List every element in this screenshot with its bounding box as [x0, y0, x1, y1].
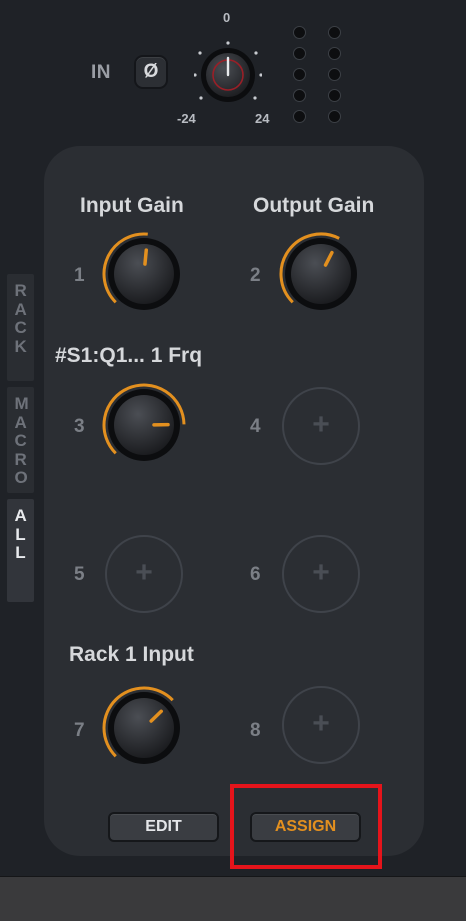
meter-led	[328, 47, 341, 60]
meter-led	[293, 26, 306, 39]
macro-8-number: 8	[250, 720, 261, 742]
macro-7-name: Rack 1 Input	[69, 643, 194, 667]
knob-graphic	[99, 229, 189, 319]
tab-macro[interactable]: MACRO	[7, 387, 34, 493]
macro-7-number: 7	[74, 720, 85, 742]
meter-led	[293, 68, 306, 81]
macro-6-number: 6	[250, 564, 261, 586]
macro-6-add-button[interactable]: +	[282, 535, 360, 613]
macro-5-add-button[interactable]: +	[105, 535, 183, 613]
bottom-bar	[0, 876, 466, 921]
macro-4-add-button[interactable]: +	[282, 387, 360, 465]
input-label: IN	[91, 62, 111, 84]
tab-all[interactable]: ALL	[7, 499, 34, 602]
macro-4-number: 4	[250, 416, 261, 438]
knob-graphic	[99, 683, 189, 773]
assign-button[interactable]: ASSIGN	[250, 812, 361, 842]
plus-icon: +	[312, 558, 330, 588]
macro-8-add-button[interactable]: +	[282, 686, 360, 764]
input-knob-graphic	[194, 41, 262, 109]
knob-indicator	[145, 250, 146, 264]
plus-icon: +	[135, 558, 153, 588]
macro-3-name: #S1:Q1... 1 Frq	[55, 344, 202, 368]
phase-invert-button[interactable]: Ø	[134, 55, 168, 89]
plus-icon: +	[312, 709, 330, 739]
macro-1-knob[interactable]	[99, 229, 189, 319]
edit-button[interactable]: EDIT	[108, 812, 219, 842]
input-meter-right	[328, 26, 342, 131]
knob-cap	[114, 244, 174, 304]
tab-rack-label: RACK	[15, 274, 27, 381]
input-scale-min: -24	[177, 111, 196, 126]
knob-graphic	[99, 380, 189, 470]
knob-cap	[114, 698, 174, 758]
macro-7-knob[interactable]	[99, 683, 189, 773]
macro-3-knob[interactable]	[99, 380, 189, 470]
meter-led	[328, 89, 341, 102]
knob-cap	[291, 244, 351, 304]
knob-graphic	[276, 229, 366, 319]
tab-all-label: ALL	[15, 499, 27, 602]
tab-rack[interactable]: RACK	[7, 274, 34, 381]
phase-invert-icon: Ø	[144, 61, 159, 83]
input-scale-top: 0	[223, 10, 230, 25]
input-scale-max: 24	[255, 111, 269, 126]
meter-led	[328, 26, 341, 39]
macro-3-number: 3	[74, 416, 85, 438]
tab-macro-label: MACRO	[15, 387, 27, 493]
meter-led	[293, 110, 306, 123]
macro-2-number: 2	[250, 265, 261, 287]
meter-led	[293, 89, 306, 102]
macro-5-number: 5	[74, 564, 85, 586]
plus-icon: +	[312, 410, 330, 440]
input-meter-left	[293, 26, 307, 131]
input-gain-knob[interactable]	[194, 41, 262, 109]
macro-1-name: Input Gain	[80, 194, 184, 218]
macro-2-knob[interactable]	[276, 229, 366, 319]
meter-led	[328, 110, 341, 123]
macro-2-name: Output Gain	[253, 194, 374, 218]
macro-1-number: 1	[74, 265, 85, 287]
meter-led	[293, 47, 306, 60]
meter-led	[328, 68, 341, 81]
